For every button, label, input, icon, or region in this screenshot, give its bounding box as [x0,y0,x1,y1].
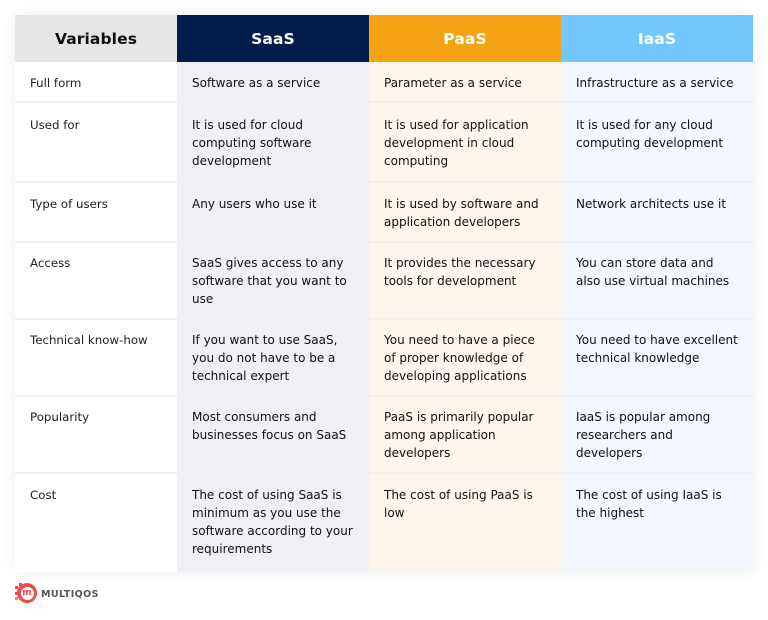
saas-cell: Any users who use it [177,181,369,242]
table-row: Technical know-how If you want to use Sa… [15,318,753,396]
row-variable: Cost [15,472,177,572]
iaas-cell: You can store data and also use virtual … [561,241,753,319]
comparison-table: Variables SaaS PaaS IaaS Full form Softw… [15,15,753,572]
table-row: Used for It is used for cloud computing … [15,101,753,182]
brand-logo: m MULTIQOS [15,583,99,605]
row-variable: Type of users [15,181,177,242]
header-variables: Variables [15,15,177,62]
row-variable: Used for [15,101,177,182]
header-saas: SaaS [177,15,369,62]
paas-cell: PaaS is primarily popular among applicat… [369,395,561,473]
saas-cell: Most consumers and businesses focus on S… [177,395,369,473]
table-row: Type of users Any users who use it It is… [15,181,753,242]
iaas-cell: You need to have excellent technical kno… [561,318,753,396]
iaas-cell: Network architects use it [561,181,753,242]
header-paas: PaaS [369,15,561,62]
table-row: Access SaaS gives access to any software… [15,241,753,319]
table-row: Cost The cost of using SaaS is minimum a… [15,472,753,572]
paas-cell: The cost of using PaaS is low [369,472,561,572]
saas-cell: SaaS gives access to any software that y… [177,241,369,319]
comparison-table-container: Variables SaaS PaaS IaaS Full form Softw… [15,15,753,572]
iaas-cell: The cost of using IaaS is the highest [561,472,753,572]
table-row: Popularity Most consumers and businesses… [15,395,753,473]
saas-cell: It is used for cloud computing software … [177,101,369,182]
saas-cell: Software as a service [177,62,369,102]
row-variable: Technical know-how [15,318,177,396]
paas-cell: It is used for application development i… [369,101,561,182]
row-variable: Popularity [15,395,177,473]
logo-letter: m [20,586,34,600]
paas-cell: It provides the necessary tools for deve… [369,241,561,319]
paas-cell: Parameter as a service [369,62,561,102]
iaas-cell: Infrastructure as a service [561,62,753,102]
saas-cell: The cost of using SaaS is minimum as you… [177,472,369,572]
brand-name: MULTIQOS [41,588,99,600]
row-variable: Access [15,241,177,319]
header-row: Variables SaaS PaaS IaaS [15,15,753,62]
paas-cell: It is used by software and application d… [369,181,561,242]
table-row: Full form Software as a service Paramete… [15,62,753,102]
multiqos-logo-icon: m [15,583,37,605]
iaas-cell: It is used for any cloud computing devel… [561,101,753,182]
iaas-cell: IaaS is popular among researchers and de… [561,395,753,473]
row-variable: Full form [15,62,177,102]
header-iaas: IaaS [561,15,753,62]
paas-cell: You need to have a piece of proper knowl… [369,318,561,396]
saas-cell: If you want to use SaaS, you do not have… [177,318,369,396]
